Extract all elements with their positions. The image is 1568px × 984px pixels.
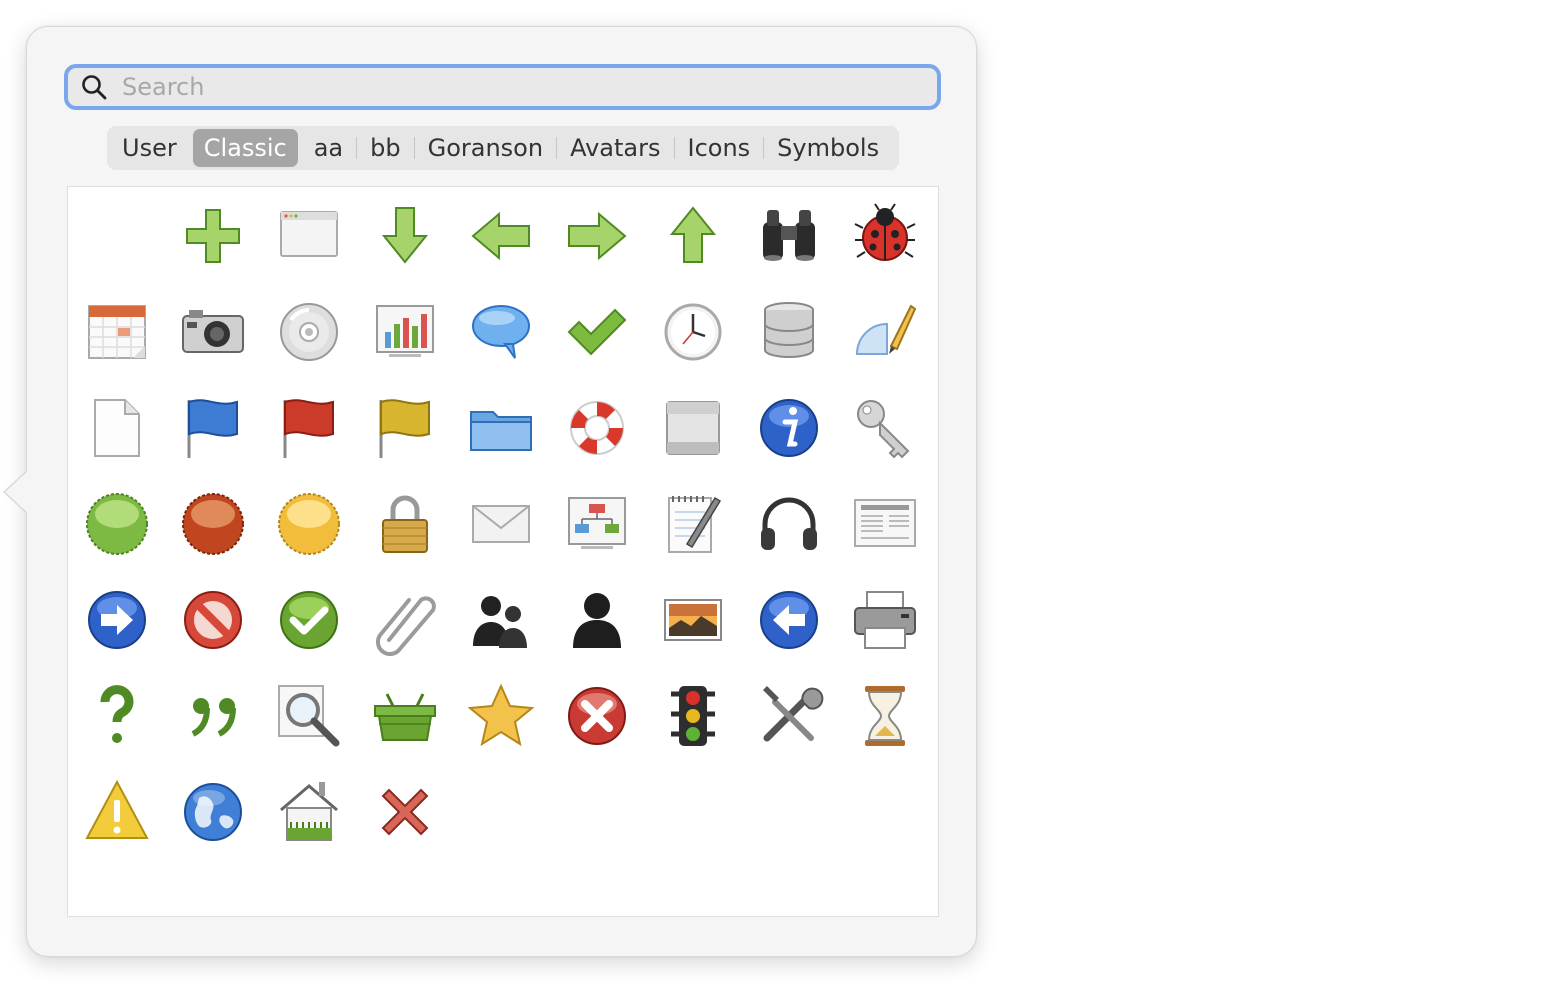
search-input[interactable]: [122, 69, 902, 105]
clock-icon[interactable]: [657, 296, 729, 368]
lifebuoy-icon[interactable]: [561, 392, 633, 464]
window-icon[interactable]: [273, 200, 345, 272]
folder-icon[interactable]: [465, 392, 537, 464]
tab-separator: [673, 137, 675, 159]
paperclip-icon[interactable]: [369, 584, 441, 656]
traffic-light-icon[interactable]: [657, 680, 729, 752]
ladybug-icon[interactable]: [849, 200, 921, 272]
magnifier-icon[interactable]: [273, 680, 345, 752]
padlock-icon[interactable]: [369, 488, 441, 560]
tab-goranson[interactable]: Goranson: [417, 129, 554, 167]
tab-icons[interactable]: Icons: [677, 129, 762, 167]
checkmark-icon[interactable]: [561, 296, 633, 368]
tab-separator: [556, 137, 558, 159]
tab-bb[interactable]: bb: [359, 129, 411, 167]
empty-cell: [81, 200, 153, 272]
arrow-up-icon[interactable]: [657, 200, 729, 272]
globe-icon[interactable]: [177, 776, 249, 848]
red-seal-icon[interactable]: [177, 488, 249, 560]
calendar-icon[interactable]: [81, 296, 153, 368]
arrow-right-icon[interactable]: [561, 200, 633, 272]
previous-icon[interactable]: [753, 584, 825, 656]
home-icon[interactable]: [273, 776, 345, 848]
red-flag-icon[interactable]: [273, 392, 345, 464]
chart-icon[interactable]: [369, 296, 441, 368]
newspaper-icon[interactable]: [849, 488, 921, 560]
next-icon[interactable]: [81, 584, 153, 656]
arrow-left-icon[interactable]: [465, 200, 537, 272]
hourglass-icon[interactable]: [849, 680, 921, 752]
tab-user[interactable]: User: [111, 129, 188, 167]
printer-icon[interactable]: [849, 584, 921, 656]
tab-aa[interactable]: aa: [303, 129, 354, 167]
picture-icon[interactable]: [657, 584, 729, 656]
key-icon[interactable]: [849, 392, 921, 464]
tab-avatars[interactable]: Avatars: [559, 129, 671, 167]
yellow-seal-icon[interactable]: [273, 488, 345, 560]
star-icon[interactable]: [465, 680, 537, 752]
person-icon[interactable]: [561, 584, 633, 656]
question-icon[interactable]: [81, 680, 153, 752]
tab-separator: [413, 137, 415, 159]
notepad-icon[interactable]: [657, 488, 729, 560]
tools-icon[interactable]: [753, 680, 825, 752]
search-icon: [82, 75, 107, 100]
info-icon[interactable]: [753, 392, 825, 464]
envelope-icon[interactable]: [465, 488, 537, 560]
org-chart-icon[interactable]: [561, 488, 633, 560]
add-icon[interactable]: [177, 200, 249, 272]
warning-icon[interactable]: [81, 776, 153, 848]
icon-grid: [67, 186, 939, 917]
blue-flag-icon[interactable]: [177, 392, 249, 464]
tab-classic[interactable]: Classic: [192, 129, 298, 167]
category-tab-bar: User Classic aa bb Goranson Avatars Icons Symbo…: [107, 126, 899, 170]
people-icon[interactable]: [465, 584, 537, 656]
ok-icon[interactable]: [273, 584, 345, 656]
camera-icon[interactable]: [177, 296, 249, 368]
database-icon[interactable]: [753, 296, 825, 368]
tab-symbols[interactable]: Symbols: [766, 129, 890, 167]
box-icon[interactable]: [657, 392, 729, 464]
protractor-pencil-icon[interactable]: [849, 296, 921, 368]
stop-icon[interactable]: [177, 584, 249, 656]
tab-separator: [763, 137, 765, 159]
quote-icon[interactable]: [177, 680, 249, 752]
cd-icon[interactable]: [273, 296, 345, 368]
document-icon[interactable]: [81, 392, 153, 464]
tab-separator: [356, 137, 358, 159]
basket-icon[interactable]: [369, 680, 441, 752]
speech-bubble-icon[interactable]: [465, 296, 537, 368]
yellow-flag-icon[interactable]: [369, 392, 441, 464]
arrow-down-icon[interactable]: [369, 200, 441, 272]
delete-icon[interactable]: [369, 776, 441, 848]
popover-arrow-fill: [5, 471, 28, 513]
emoji-picker-popover: UserClassicaabbGoransonAvatarsIconsSymbo…: [26, 26, 977, 957]
cancel-icon[interactable]: [561, 680, 633, 752]
headphones-icon[interactable]: [753, 488, 825, 560]
binoculars-icon[interactable]: [753, 200, 825, 272]
green-seal-icon[interactable]: [81, 488, 153, 560]
search-field[interactable]: [64, 64, 941, 110]
